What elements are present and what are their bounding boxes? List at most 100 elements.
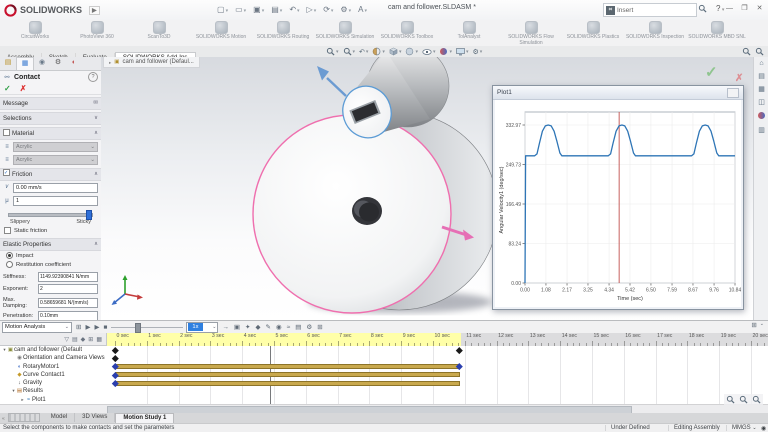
search-model-icon[interactable] (755, 47, 764, 56)
maximize-button[interactable]: ❐ (738, 3, 751, 15)
view-orientation-icon[interactable]: ▾ (389, 47, 402, 57)
addin-tolanalyst[interactable]: TolAnalyst (438, 20, 500, 41)
impact-radio[interactable] (6, 252, 13, 259)
timeline-ruler[interactable]: 0 sec1 sec2 sec3 sec4 sec5 sec6 sec7 sec… (107, 333, 768, 347)
results-tool-button[interactable]: ⊞ (316, 322, 323, 333)
timeline-rows[interactable] (107, 346, 768, 404)
scene-icon[interactable]: ▾ (456, 47, 469, 57)
stop-button[interactable]: ■ (102, 322, 108, 333)
rebuild-button[interactable]: ⟳▾ (321, 2, 335, 19)
zoom-icon[interactable]: ⊞ (88, 336, 93, 343)
addin-solidworks-simulation[interactable]: SOLIDWORKS Simulation (314, 20, 376, 41)
save-button[interactable]: ▣▾ (251, 2, 266, 19)
motionmanager-collapse[interactable]: ⊞⌄ (751, 321, 764, 329)
confirm-cancel-icon[interactable]: ✗ (735, 73, 743, 84)
search-commands-input[interactable]: ⌗ Insert (603, 3, 697, 17)
timeline-zoom-fit-icon[interactable] (739, 395, 748, 404)
design-library-icon[interactable]: ▤ (754, 70, 768, 83)
previous-view-icon[interactable]: ↶▾ (359, 47, 368, 57)
appearances-icon[interactable]: ▾ (439, 47, 452, 57)
addin-scanto3d[interactable]: ScanTo3D (128, 20, 190, 41)
cam-disc-face[interactable] (253, 115, 451, 313)
options-icon[interactable]: ▦ (96, 336, 102, 343)
material1-select[interactable]: Acrylic⌄ (13, 142, 98, 152)
key-point[interactable] (112, 347, 118, 353)
motion-tree-item-results[interactable]: ▾▤Results (0, 387, 107, 395)
play-button[interactable]: ▶ (93, 322, 100, 333)
tab-model[interactable]: Model (44, 413, 75, 422)
plot-window-button[interactable] (727, 88, 739, 98)
menu-flyout-arrow[interactable]: ▶ (89, 6, 100, 15)
contact-tool-button[interactable]: ▤ (294, 322, 302, 333)
animation-wizard-button[interactable]: ✦ (244, 322, 251, 333)
tab-3d-views[interactable]: 3D Views (75, 413, 115, 422)
motor-arrow[interactable] (327, 78, 346, 96)
motion-tree-item-motor[interactable]: ◐RotaryMotor1 (0, 363, 107, 371)
material-section-header[interactable]: Material ∧ (0, 127, 101, 140)
study-type-select[interactable]: Motion Analysis⌄ (2, 322, 72, 333)
timeline-bar-contact[interactable] (115, 372, 460, 377)
tab-displaymanager[interactable]: ◐ (66, 57, 82, 69)
document-tab[interactable]: ▸ ▣ cam and follower (Defaul... (103, 57, 200, 68)
motion-tree-item-gravity[interactable]: ↓Gravity (0, 379, 107, 387)
friction-velocity-field[interactable]: 0.00 mm/s (13, 183, 98, 193)
tab-dimxpertmanager[interactable]: ⚙ (50, 57, 66, 69)
tab-scroll-strip[interactable] (8, 413, 40, 422)
motion-tree-item-assembly[interactable]: ▾▣cam and follower (Default (0, 346, 107, 354)
tab-propertymanager[interactable]: ▦ (16, 57, 34, 70)
friction-checkbox[interactable] (3, 169, 10, 176)
custom-properties-icon[interactable]: ▥ (754, 124, 768, 137)
addin-solidworks-toolbox[interactable]: SOLIDWORKS Toolbox (376, 20, 438, 41)
text-button[interactable]: A▾ (356, 2, 369, 19)
addin-solidworks-flow-simulation[interactable]: SOLIDWORKS Flow Simulation (500, 20, 562, 46)
pm-ok-button[interactable]: ✓ (4, 84, 11, 93)
tag-icon[interactable]: ◉ (756, 425, 766, 432)
key-point[interactable] (112, 355, 118, 361)
tab-motion-study-1[interactable]: Motion Study 1 (115, 413, 174, 423)
slider-handle[interactable] (135, 323, 141, 333)
friction-section-header[interactable]: Friction ∧ (0, 168, 101, 181)
key-point[interactable] (456, 347, 462, 353)
slider-handle[interactable] (86, 210, 92, 220)
restitution-radio[interactable] (6, 261, 13, 268)
home-icon[interactable]: ⌂ (754, 57, 768, 70)
exponent-field[interactable]: 2 (38, 284, 98, 294)
motion-tree-item-camera[interactable]: ◉Orientation and Camera Views (0, 354, 107, 362)
timeline-zoom-out-icon[interactable] (726, 395, 735, 404)
message-section-header[interactable]: Message✉ (0, 97, 101, 110)
addin-solidworks-routing[interactable]: SOLIDWORKS Routing (252, 20, 314, 41)
timeline-zoom-in-icon[interactable] (752, 395, 761, 404)
playback-speed-select[interactable]: 1x⌄ (186, 322, 218, 333)
static-friction-checkbox[interactable] (4, 227, 11, 234)
motion-tree-item-contact[interactable]: ◆Curve Contact1 (0, 371, 107, 379)
addin-solidworks-inspection[interactable]: SOLIDWORKS Inspection (624, 20, 686, 41)
motion-tree-item-plot[interactable]: ▸≈Plot1 (0, 396, 107, 404)
key-icon[interactable]: ◆ (81, 336, 86, 343)
close-button[interactable]: ✕ (753, 3, 766, 15)
max-damping-field[interactable]: 0.58659681 N/(mm/s) (38, 298, 98, 308)
appearances-scenes-icon[interactable] (754, 111, 768, 124)
zoom-fit-icon[interactable]: ▾ (326, 47, 339, 57)
view-settings-icon[interactable]: ⚙▾ (473, 47, 483, 57)
filter-icon[interactable]: ▽ (64, 336, 69, 343)
friction-slider[interactable] (8, 210, 93, 218)
addin-solidworks-plastics[interactable]: SOLIDWORKS Plastics (562, 20, 624, 41)
view-palette-icon[interactable]: ◫ (754, 96, 768, 109)
selections-section-header[interactable]: Selections∨ (0, 112, 101, 125)
confirm-ok-icon[interactable]: ✓ (705, 64, 718, 81)
units-select[interactable]: MMGS ⌄ (726, 425, 757, 431)
addin-solidworks-mbd-snl[interactable]: SOLIDWORKS MBD SNL (686, 20, 748, 41)
addin-photoview-360[interactable]: PhotoView 360 (66, 20, 128, 41)
timeline-bar-motor[interactable] (115, 364, 460, 369)
addin-solidworks-motion[interactable]: SOLIDWORKS Motion (190, 20, 252, 41)
playback-mode-button[interactable]: → (221, 322, 230, 333)
zoom-icon[interactable] (742, 47, 751, 56)
elastic-properties-header[interactable]: Elastic Properties∧ (0, 238, 101, 251)
timeline-position-slider[interactable] (111, 322, 183, 332)
save-animation-button[interactable]: ▣ (233, 322, 241, 333)
zoom-area-icon[interactable]: ▾ (343, 47, 356, 57)
properties-button[interactable]: ⚙▾ (338, 2, 353, 19)
pm-cancel-button[interactable]: ✗ (20, 84, 27, 93)
open-button[interactable]: ▭▾ (233, 2, 248, 19)
timeline-bar-gravity[interactable] (115, 381, 460, 386)
